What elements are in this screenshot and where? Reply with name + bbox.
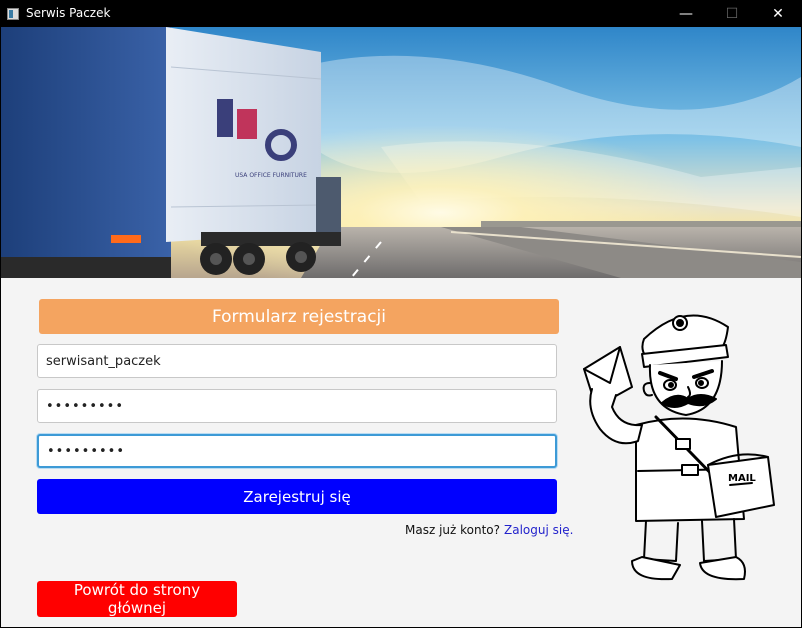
window-title: Serwis Paczek	[26, 6, 111, 20]
login-link[interactable]: Zaloguj się.	[504, 523, 573, 537]
close-button[interactable]: ✕	[755, 1, 801, 27]
logo-text: USA OFFICE FURNITURE	[235, 172, 307, 179]
truck-highway-image: USA OFFICE FURNITURE	[1, 27, 801, 278]
maximize-button[interactable]: ☐	[709, 1, 755, 27]
minimize-button[interactable]: —	[663, 1, 709, 27]
login-prompt-row: Masz już konto? Zaloguj się.	[405, 523, 573, 537]
title-bar[interactable]: Serwis Paczek — ☐ ✕	[1, 1, 801, 27]
postman-illustration: MAIL	[583, 314, 775, 581]
password-input[interactable]	[37, 389, 557, 423]
confirm-password-input[interactable]	[37, 434, 557, 468]
hero-banner: USA OFFICE FURNITURE	[1, 27, 801, 278]
login-prompt-text: Masz już konto?	[405, 523, 501, 537]
username-input[interactable]	[37, 344, 557, 378]
register-button[interactable]: Zarejestruj się	[37, 479, 557, 514]
app-window: Serwis Paczek — ☐ ✕ USA OFFICE FURNITURE…	[0, 0, 802, 628]
back-to-home-button[interactable]: Powrót do strony głównej	[37, 581, 237, 617]
app-icon	[7, 8, 19, 20]
form-header: Formularz rejestracji	[39, 299, 559, 334]
